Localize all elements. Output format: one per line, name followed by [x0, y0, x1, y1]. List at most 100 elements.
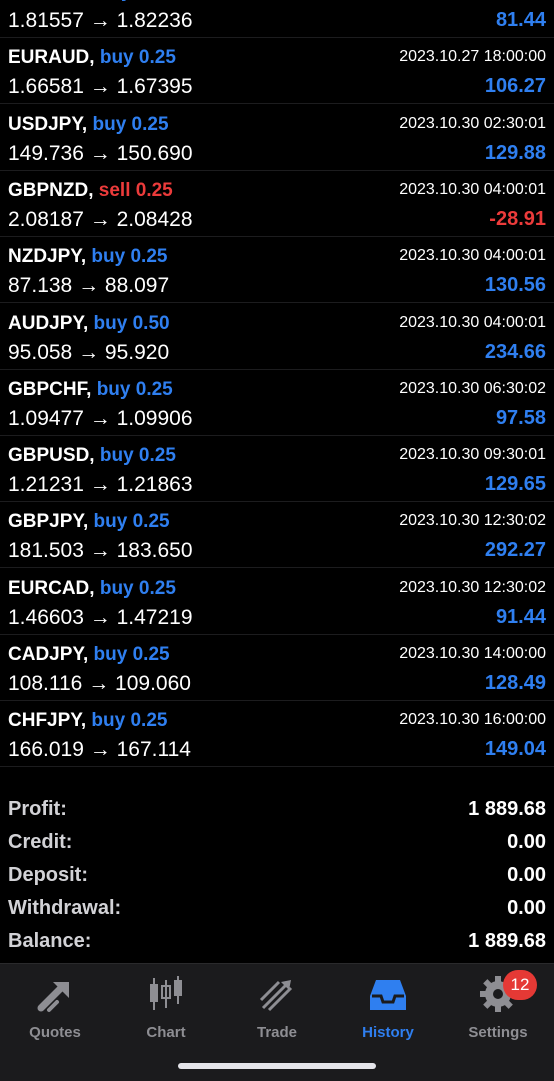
side-label: buy [99, 577, 134, 599]
tab-trade[interactable]: Trade [222, 972, 332, 1044]
trade-volume: 0.50 [132, 312, 170, 334]
trade-volume: 0.25 [130, 246, 168, 268]
arrow-icon: → [89, 141, 111, 165]
trade-row[interactable]: USDJPY, buy 0.25 149.736 → 150.690 2023.10… [0, 105, 554, 171]
trade-volume: 0.25 [138, 577, 176, 599]
trade-volume: 0.25 [138, 445, 176, 467]
trade-row[interactable]: NZDJPY, buy 0.25 87.138 → 88.097 2023.10.3… [0, 237, 554, 304]
trade-symbol: NZDJPY, buy 0.25 [8, 246, 167, 268]
trade-symbol: EURNZD, buy 0.25 [8, 0, 174, 3]
trade-prices: 149.736 → 150.690 [8, 142, 193, 166]
open-price: 181.503 [8, 539, 84, 563]
symbol-name: NZDJPY, [8, 246, 87, 268]
trade-time: 2023.10.30 14:00:00 [399, 645, 546, 662]
symbol-name: EURCAD, [8, 577, 95, 599]
deposit-row: Deposit: 0.00 [0, 860, 554, 893]
tab-history[interactable]: History [333, 972, 443, 1044]
trade-time: 2023.10.30 04:00:01 [399, 180, 546, 198]
close-price: 167.114 [116, 738, 191, 762]
tab-history-label: History [362, 1024, 414, 1041]
trade-profit: 128.49 [484, 672, 546, 694]
trade-time: 2023.10.30 06:30:02 [399, 379, 546, 397]
tab-chart-label: Chart [146, 1024, 186, 1041]
history-icon [370, 980, 406, 1010]
profit-row: Profit: 1 889.68 [0, 794, 554, 827]
arrow-icon: → [89, 406, 111, 430]
trade-row[interactable]: GBPUSD, buy 0.25 1.21231 → 1.21863 2023.10… [0, 436, 554, 503]
trade-profit: 106.27 [484, 75, 546, 98]
trade-prices: 1.46603 → 1.47219 [8, 606, 193, 630]
close-price: 1.47219 [116, 605, 193, 629]
close-price: 183.650 [116, 539, 193, 563]
trade-prices: 108.116 → 109.060 [8, 672, 191, 696]
trade-volume: 0.25 [132, 511, 170, 533]
close-price: 150.690 [116, 141, 193, 165]
symbol-name: GBPUSD, [8, 445, 95, 467]
close-price: 109.060 [115, 672, 191, 695]
open-price: 1.21231 [8, 473, 84, 497]
close-price: 1.82236 [116, 9, 193, 32]
trade-row[interactable]: EURNZD, buy 0.251.81557 → 1.822362023.10… [0, 0, 554, 38]
trade-volume: 0.25 [135, 378, 173, 400]
trade-profit: 129.88 [484, 141, 546, 164]
trade-time: 2023.10.30 02:30:01 [399, 114, 546, 132]
tab-settings[interactable]: 12 Settings [443, 970, 553, 1044]
trade-prices: 1.21231 → 1.21863 [8, 473, 193, 497]
side-label: buy [99, 47, 134, 69]
trade-row[interactable]: GBPCHF, buy 0.25 1.09477 → 1.09906 2023.10… [0, 370, 554, 436]
side-label: buy [91, 710, 126, 732]
credit-row: Credit: 0.00 [0, 827, 554, 860]
open-price: 87.138 [8, 274, 73, 298]
trade-time: 2023.10.30 04:00:01 [399, 247, 546, 265]
trade-time: 2023.10.27 18:00:00 [399, 48, 546, 66]
trade-volume: 0.25 [130, 710, 168, 732]
tab-quotes[interactable]: Quotes [0, 972, 110, 1044]
profit-value: 1 889.68 [468, 798, 546, 820]
trade-symbol: GBPCHF, buy 0.25 [8, 379, 173, 401]
trade-row[interactable]: AUDJPY, buy 0.50 95.058 → 95.920 2023.10.3… [0, 304, 554, 370]
trade-volume: 0.25 [131, 113, 169, 135]
trade-prices: 87.138 → 88.097 [8, 274, 169, 298]
trade-time: 2023.10.30 12:30:02 [399, 512, 546, 530]
side-label: buy [92, 113, 127, 135]
trade-prices: 95.058 → 95.920 [8, 341, 169, 365]
trade-side: buy 0.25 [100, 47, 176, 68]
tab-trade-label: Trade [256, 1024, 298, 1041]
symbol-name: USDJPY, [8, 113, 88, 135]
close-price: 88.097 [104, 274, 170, 298]
trade-row[interactable]: GBPNZD, sell 0.25 2.08187 → 2.08428 2023.1… [0, 171, 554, 237]
arrow-icon: → [78, 274, 100, 298]
balance-row: Balance: 1 889.68 [0, 926, 554, 959]
trade-row[interactable]: EURAUD, buy 0.25 1.66581 → 1.67395 2023.10… [0, 38, 554, 105]
trade-profit: 130.56 [484, 274, 546, 297]
open-price: 1.09477 [8, 406, 84, 430]
deposit-value: 0.00 [507, 864, 546, 886]
side-label: buy [93, 511, 128, 533]
trade-profit: 97.58 [495, 406, 546, 429]
credit-value: 0.00 [507, 831, 546, 853]
side-label: buy [99, 445, 134, 467]
trade-volume: 0.25 [135, 179, 173, 201]
trade-row[interactable]: EURCAD, buy 0.25 1.46603 → 1.47219 2023.10… [0, 569, 554, 635]
trade-profit: 129.65 [484, 473, 546, 496]
trade-side: sell 0.25 [99, 180, 173, 201]
trade-row[interactable]: CHFJPY, buy 0.25 166.019 → 167.114 2023.10… [0, 701, 554, 768]
withdrawal-label: Withdrawal: [8, 897, 122, 919]
trade-row[interactable]: CADJPY, buy 0.25 108.116 → 109.060 2023.10… [0, 635, 554, 701]
close-price: 2.08428 [116, 207, 193, 231]
arrow-icon: → [89, 75, 111, 99]
symbol-name: EURAUD, [8, 47, 95, 69]
withdrawal-row: Withdrawal: 0.00 [0, 893, 554, 926]
open-price: 166.019 [8, 738, 84, 762]
symbol-name: GBPCHF, [8, 378, 92, 400]
open-price: 149.736 [8, 141, 84, 165]
trade-row[interactable]: GBPJPY, buy 0.25 181.503 → 183.650 2023.10… [0, 502, 554, 569]
symbol-name: CADJPY, [8, 644, 89, 665]
tab-chart[interactable]: Chart [111, 972, 221, 1044]
trade-side: buy 0.25 [100, 445, 176, 466]
trade-side: buy 0.25 [97, 379, 173, 400]
trade-side: buy 0.25 [98, 0, 174, 2]
profit-label: Profit: [8, 798, 67, 820]
trade-symbol: GBPJPY, buy 0.25 [8, 511, 170, 533]
trade-side: buy 0.25 [94, 644, 170, 665]
